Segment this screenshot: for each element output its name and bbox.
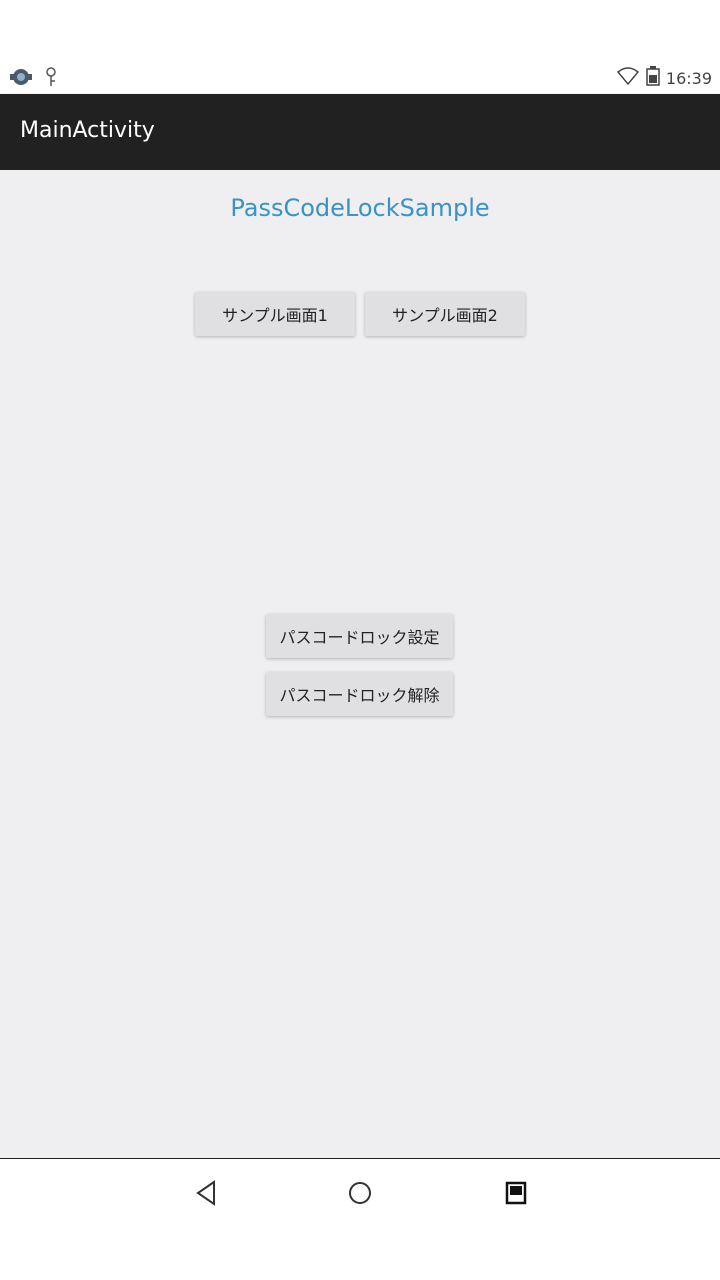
main-content: PassCodeLockSample サンプル画面1 サンプル画面2 パスコード… <box>0 170 720 1158</box>
status-left <box>8 66 66 88</box>
notification-icon <box>8 66 32 88</box>
status-bar: 16:39 <box>0 60 720 94</box>
navigation-bar <box>0 1158 720 1280</box>
screen: 16:39 MainActivity PassCodeLockSample サン… <box>0 0 720 1280</box>
status-time: 16:39 <box>665 68 712 88</box>
wifi-icon <box>616 66 640 90</box>
app-bar: MainActivity <box>0 94 720 170</box>
app-title: MainActivity <box>20 118 155 143</box>
back-icon <box>194 1180 218 1210</box>
battery-icon <box>646 66 660 90</box>
passcode-lock-release-button[interactable]: パスコードロック解除 <box>266 672 453 716</box>
recents-button[interactable] <box>496 1175 536 1215</box>
home-icon <box>346 1179 374 1211</box>
sample-screen-2-button[interactable]: サンプル画面2 <box>365 292 525 336</box>
app-header-text: PassCodeLockSample <box>230 194 490 222</box>
passcode-lock-set-button[interactable]: パスコードロック設定 <box>266 614 453 658</box>
recents-icon <box>504 1180 528 1210</box>
debug-icon <box>42 66 66 88</box>
status-right: 16:39 <box>616 66 712 90</box>
sample-screen-1-button[interactable]: サンプル画面1 <box>195 292 355 336</box>
back-button[interactable] <box>186 1175 226 1215</box>
home-button[interactable] <box>340 1175 380 1215</box>
